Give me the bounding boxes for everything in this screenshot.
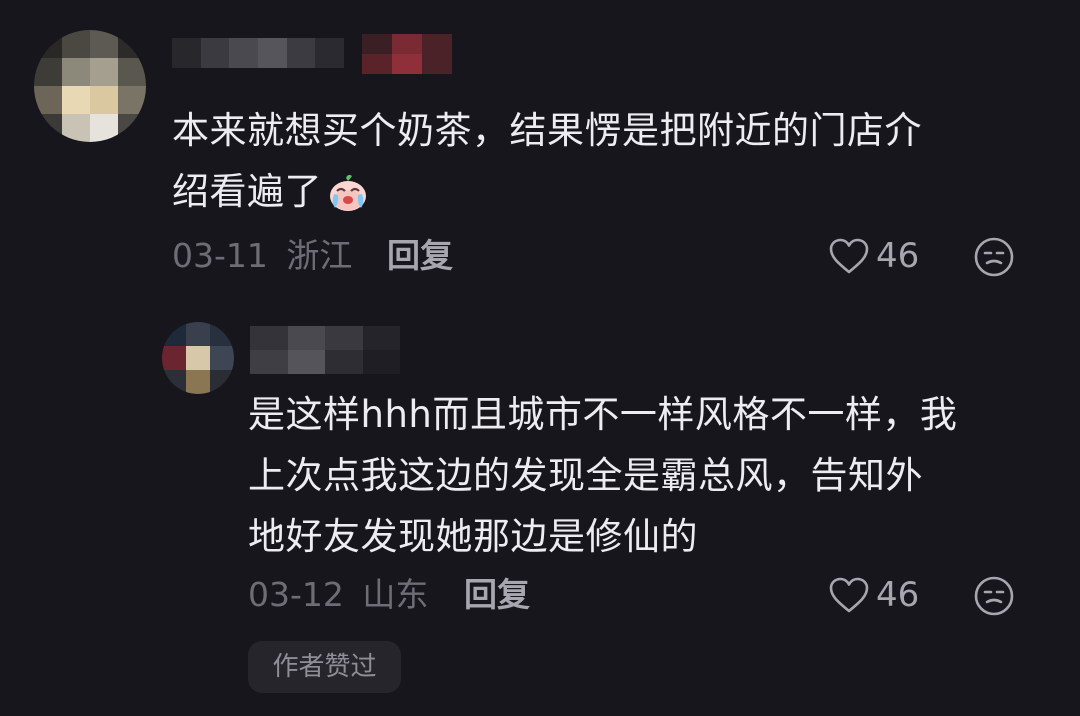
like-button[interactable]: 46	[828, 573, 919, 617]
comment-line: 本来就想买个奶茶，结果愣是把附近的门店介	[172, 109, 922, 152]
username[interactable]	[172, 38, 344, 68]
avatar[interactable]	[34, 30, 146, 142]
reply-button[interactable]: 回复	[387, 236, 453, 276]
comment-location: 山东	[362, 575, 429, 614]
comment-line: 绍看遍了	[172, 161, 1052, 222]
heart-icon	[829, 577, 869, 613]
comment-line: 是这样hhh而且城市不一样风格不一样，我	[248, 393, 958, 436]
heart-icon	[829, 238, 869, 274]
dislike-face-icon[interactable]	[972, 235, 1016, 279]
dislike-face-icon[interactable]	[972, 574, 1016, 618]
reply-button[interactable]: 回复	[464, 575, 530, 615]
comment-body: 本来就想买个奶茶，结果愣是把附近的门店介 绍看遍了	[172, 100, 1052, 222]
comment-line: 上次点我这边的发现全是霸总风，告知外	[248, 454, 923, 497]
user-tag	[362, 34, 452, 74]
comment-meta: 03-12 山东	[248, 575, 428, 615]
like-count: 46	[876, 236, 920, 276]
crying-face-emoji-icon	[330, 174, 366, 211]
comment-date: 03-11	[172, 236, 268, 275]
comment-location: 浙江	[286, 236, 353, 275]
comment-body: 是这样hhh而且城市不一样风格不一样，我 上次点我这边的发现全是霸总风，告知外 …	[248, 384, 1068, 567]
comment-line: 地好友发现她那边是修仙的	[248, 515, 698, 558]
username[interactable]	[250, 326, 400, 374]
avatar[interactable]	[162, 322, 234, 394]
comment-meta: 03-11 浙江	[172, 236, 352, 276]
author-liked-badge: 作者赞过	[248, 641, 401, 693]
like-count: 46	[876, 575, 920, 615]
comment-date: 03-12	[248, 575, 344, 614]
like-button[interactable]: 46	[828, 234, 919, 278]
